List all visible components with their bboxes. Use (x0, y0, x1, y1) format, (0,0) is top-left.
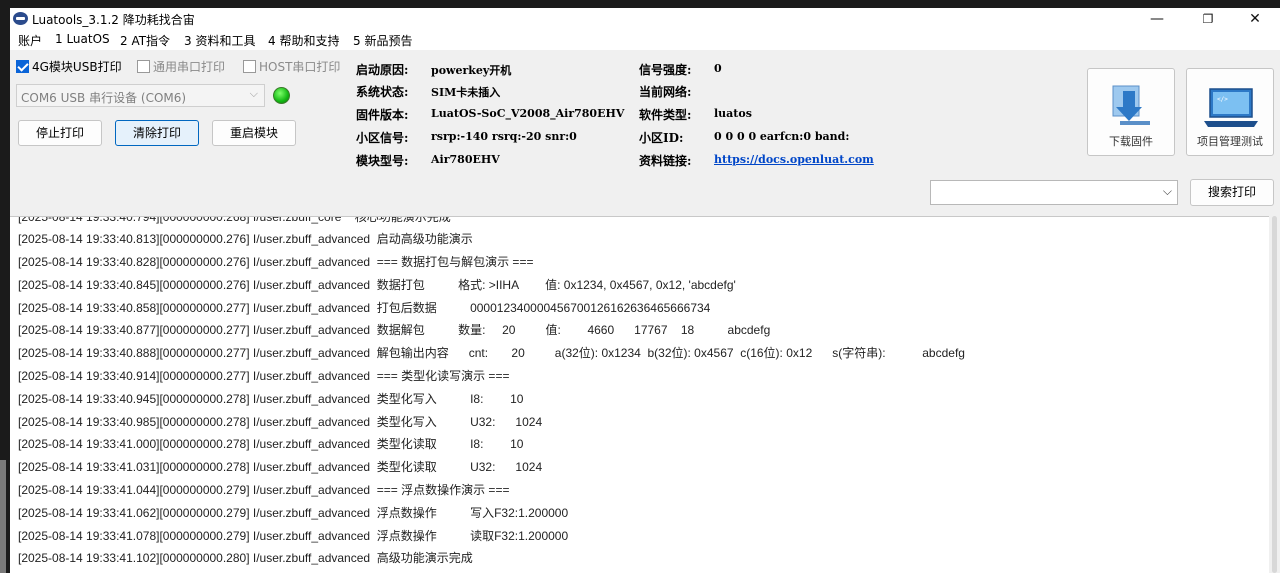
svg-text:</>: </> (1217, 96, 1228, 103)
log-line: [2025-08-14 19:33:41.062][000000000.279]… (18, 506, 569, 520)
log-scrollbar[interactable] (1269, 216, 1280, 573)
firmware-label: 固件版本: (356, 108, 409, 122)
download-icon (1112, 85, 1150, 125)
chevron-down-icon: ⌵ (1162, 184, 1172, 198)
connection-status-led-icon (273, 87, 290, 104)
log-line: [2025-08-14 19:33:40.914][000000000.277]… (18, 369, 510, 383)
checkbox-empty-icon (137, 60, 150, 73)
log-line: [2025-08-14 19:33:41.044][000000000.279]… (18, 483, 510, 497)
cell-id-value: 0 0 0 0 earfcn:0 band: (714, 130, 850, 143)
log-line: [2025-08-14 19:33:40.845][000000000.276]… (18, 278, 736, 292)
log-line: [2025-08-14 19:33:40.945][000000000.278]… (18, 392, 524, 406)
log-line: [2025-08-14 19:33:40.828][000000000.276]… (18, 255, 534, 269)
checkbox-checked-icon (16, 60, 29, 73)
serial-print-label: 通用串口打印 (153, 60, 226, 74)
menu-at-commands[interactable]: 2 AT指令 (120, 32, 170, 49)
search-input[interactable]: ⌵ (930, 180, 1178, 205)
close-icon[interactable]: ✕ (1232, 8, 1278, 30)
system-state-value: SIM卡未插入 (431, 86, 501, 99)
module-value: Air780EHV (431, 153, 500, 166)
cell-signal-value: rsrp:-140 rsrq:-20 snr:0 (431, 130, 577, 143)
signal-strength-value: 0 (714, 62, 722, 75)
laptop-icon: </> (1204, 88, 1258, 127)
menu-bar: 账户 1 LuatOS 2 AT指令 3 资料和工具 4 帮助和支持 5 新品预… (10, 30, 1280, 50)
software-type-value: luatos (714, 107, 752, 120)
log-line: [2025-08-14 19:33:40.858][000000000.277]… (18, 301, 711, 315)
log-line: [2025-08-14 19:33:41.102][000000000.280]… (18, 551, 473, 565)
clear-print-button[interactable]: 清除打印 (115, 120, 199, 146)
network-label: 当前网络: (639, 85, 692, 99)
menu-resources-tools[interactable]: 3 资料和工具 (184, 32, 255, 49)
download-firmware-label: 下载固件 (1109, 135, 1153, 148)
cell-signal-label: 小区信号: (356, 131, 409, 145)
boot-reason-label: 启动原因: (356, 63, 409, 77)
boot-reason-value: powerkey开机 (431, 64, 512, 77)
title-bar: Luatools_3.1.2 降功耗找合宙 — ❐ ✕ (10, 8, 1280, 30)
minimize-icon[interactable]: — (1134, 8, 1180, 30)
software-type-label: 软件类型: (639, 108, 692, 122)
usb-print-checkbox[interactable]: 4G模块USB打印 (16, 58, 122, 75)
log-line: [2025-08-14 19:33:41.078][000000000.279]… (18, 529, 569, 543)
chevron-down-icon: ⌵ (249, 87, 258, 100)
log-output[interactable]: [2025-08-14 19:33:40.794][000000000.268]… (10, 216, 1269, 573)
menu-account[interactable]: 账户 (18, 32, 42, 49)
port-select[interactable]: COM6 USB 串行设备 (COM6) ⌵ (16, 84, 265, 107)
window-title: Luatools_3.1.2 降功耗找合宙 (32, 13, 195, 27)
firmware-value: LuatOS-SoC_V2008_Air780EHV (431, 107, 625, 120)
search-print-button[interactable]: 搜索打印 (1190, 179, 1274, 206)
usb-print-label: 4G模块USB打印 (32, 60, 122, 74)
download-firmware-button[interactable]: 下载固件 (1087, 68, 1175, 156)
menu-luatos[interactable]: 1 LuatOS (55, 32, 110, 46)
menu-help-support[interactable]: 4 帮助和支持 (268, 32, 339, 49)
log-line: [2025-08-14 19:33:41.000][000000000.278]… (18, 437, 524, 451)
app-window: Luatools_3.1.2 降功耗找合宙 — ❐ ✕ 账户 1 LuatOS … (10, 8, 1280, 573)
project-test-button[interactable]: </> 项目管理测试 (1186, 68, 1274, 156)
checkbox-empty-icon (243, 60, 256, 73)
project-test-label: 项目管理测试 (1197, 135, 1263, 148)
log-line: [2025-08-14 19:33:41.031][000000000.278]… (18, 460, 543, 474)
log-line: [2025-08-14 19:33:40.813][000000000.276]… (18, 232, 473, 246)
module-label: 模块型号: (356, 154, 409, 168)
host-print-label: HOST串口打印 (259, 60, 341, 74)
scrollbar-thumb[interactable] (1272, 216, 1277, 573)
restart-module-button[interactable]: 重启模块 (212, 120, 296, 146)
host-print-checkbox[interactable]: HOST串口打印 (243, 58, 340, 75)
docs-link[interactable]: https://docs.openluat.com (714, 153, 874, 166)
cell-id-label: 小区ID: (639, 131, 684, 145)
stop-print-button[interactable]: 停止打印 (18, 120, 102, 146)
menu-new-products[interactable]: 5 新品预告 (353, 32, 412, 49)
app-logo-icon (13, 12, 28, 25)
port-select-value: COM6 USB 串行设备 (COM6) (21, 91, 187, 105)
docs-link-label: 资料链接: (639, 154, 692, 168)
signal-strength-label: 信号强度: (639, 63, 692, 77)
top-strip (0, 0, 1280, 8)
maximize-icon[interactable]: ❐ (1185, 8, 1231, 30)
log-line: [2025-08-14 19:33:40.888][000000000.277]… (18, 346, 965, 360)
system-state-label: 系统状态: (356, 85, 409, 99)
serial-print-checkbox[interactable]: 通用串口打印 (137, 58, 225, 75)
log-line: [2025-08-14 19:33:40.794][000000000.268]… (18, 216, 451, 224)
taskbar-edge (0, 460, 6, 573)
log-line: [2025-08-14 19:33:40.985][000000000.278]… (18, 415, 543, 429)
log-line: [2025-08-14 19:33:40.877][000000000.277]… (18, 323, 771, 337)
